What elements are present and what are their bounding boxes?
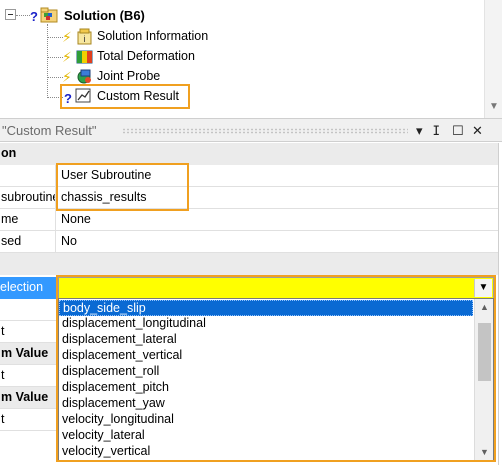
svg-text:i: i (84, 34, 86, 44)
dropdown-highlight (56, 275, 496, 462)
tree-item-total-deformation[interactable]: Total Deformation (97, 49, 195, 63)
property-key (0, 165, 56, 187)
solution-folder-icon (40, 7, 58, 23)
collapse-expander-icon[interactable] (5, 9, 16, 20)
status-question-icon: ? (30, 9, 38, 24)
subroutine-highlight (56, 163, 189, 211)
property-key[interactable]: t (0, 365, 56, 387)
details-header: "Custom Result" ▾ ⵊ ☐ ✕ (0, 118, 502, 142)
tree-connector (16, 15, 30, 16)
tree-connector-vertical (47, 24, 48, 98)
scroll-down-icon[interactable]: ▼ (485, 100, 502, 114)
property-key[interactable]: t (0, 321, 56, 343)
tree-connector (47, 77, 63, 78)
lightning-status-icon: ⚡ (62, 49, 72, 65)
solution-node-label[interactable]: Solution (B6) (64, 8, 145, 23)
property-key[interactable]: t (0, 409, 56, 431)
lightning-status-icon: ⚡ (62, 29, 72, 45)
property-key[interactable]: m Value (0, 387, 56, 409)
custom-result-highlight (60, 84, 190, 109)
property-key[interactable] (0, 299, 56, 321)
tree-connector (47, 57, 63, 58)
close-icon[interactable]: ✕ (472, 123, 483, 139)
details-title: "Custom Result" (2, 123, 97, 138)
pin-icon[interactable]: ⵊ (433, 123, 440, 139)
group-row-definition[interactable]: on (0, 143, 498, 165)
property-key[interactable]: m Value (0, 343, 56, 365)
property-value-no[interactable]: No (61, 231, 77, 253)
property-key: sed (0, 231, 56, 253)
deformation-result-icon (76, 50, 93, 64)
property-row[interactable]: me None (0, 209, 498, 231)
group-row[interactable] (0, 253, 498, 275)
property-key: on (0, 143, 498, 165)
property-key: subroutine (0, 187, 56, 209)
selection-key: election (0, 277, 56, 299)
tree-connector (47, 37, 63, 38)
pane-border (498, 143, 499, 465)
tree-item-solution-information[interactable]: Solution Information (97, 29, 208, 43)
tree-pane: ? Solution (B6) ⚡ i Solution Information… (0, 0, 502, 118)
solution-information-icon: i (77, 28, 92, 45)
maximize-icon[interactable]: ☐ (452, 123, 464, 139)
property-key: me (0, 209, 56, 231)
tree-item-joint-probe[interactable]: Joint Probe (97, 69, 160, 83)
property-key (0, 253, 498, 275)
property-value-none[interactable]: None (61, 209, 91, 231)
tree-scrollbar[interactable]: ▼ (484, 0, 502, 118)
grip-handle[interactable] (122, 128, 408, 134)
property-row[interactable]: sed No (0, 231, 498, 253)
dropdown-menu-icon[interactable]: ▾ (416, 123, 423, 139)
hidden-rows-column: t m Value t m Value t (0, 299, 58, 465)
probe-icon (77, 69, 91, 84)
